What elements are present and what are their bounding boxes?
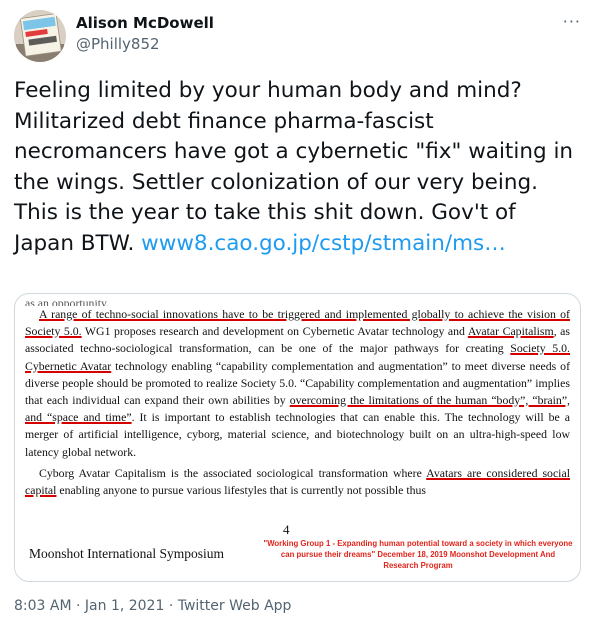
tweet-link[interactable]: www8.cao.go.jp/cstp/stmain/ms…: [141, 231, 506, 256]
page-number: 4: [283, 522, 290, 537]
tweet-date[interactable]: Jan 1, 2021: [85, 598, 164, 614]
tweet-body: Feeling limited by your human body and m…: [14, 78, 574, 256]
image-caption: "Working Group 1 - Expanding human poten…: [263, 539, 573, 570]
document-paragraph-1: A range of techno-social innovations hav…: [25, 306, 570, 461]
document-paragraph-2: Cyborg Avatar Capitalism is the associat…: [25, 465, 570, 499]
doc-text: WG1 proposes research and development on…: [81, 324, 468, 339]
separator: ·: [71, 598, 85, 614]
document-excerpt: as an opportunity. A range of techno-soc…: [25, 300, 570, 499]
tweet: Alison McDowell @Philly852 ··· Feeling l…: [0, 0, 593, 624]
display-name[interactable]: Alison McDowell: [76, 14, 214, 32]
user-handle[interactable]: @Philly852: [76, 35, 160, 53]
avatar[interactable]: [14, 10, 66, 62]
doc-text: Cyborg Avatar Capitalism is the associat…: [39, 465, 427, 480]
tweet-time[interactable]: 8:03 AM: [14, 598, 72, 614]
doc-text: enabling anyone to pursue various lifest…: [56, 483, 427, 498]
symposium-title: Moonshot International Symposium: [29, 546, 224, 561]
more-options-icon[interactable]: ···: [563, 12, 581, 31]
tweet-text: Feeling limited by your human body and m…: [14, 76, 579, 259]
attached-image[interactable]: as an opportunity. A range of techno-soc…: [14, 293, 581, 582]
underlined-text: Avatar Capitalism: [467, 324, 554, 339]
tweet-source[interactable]: Twitter Web App: [178, 598, 292, 614]
tweet-metadata: 8:03 AM · Jan 1, 2021 · Twitter Web App: [14, 598, 291, 614]
separator: ·: [164, 598, 178, 614]
avatar-image: [14, 10, 66, 62]
